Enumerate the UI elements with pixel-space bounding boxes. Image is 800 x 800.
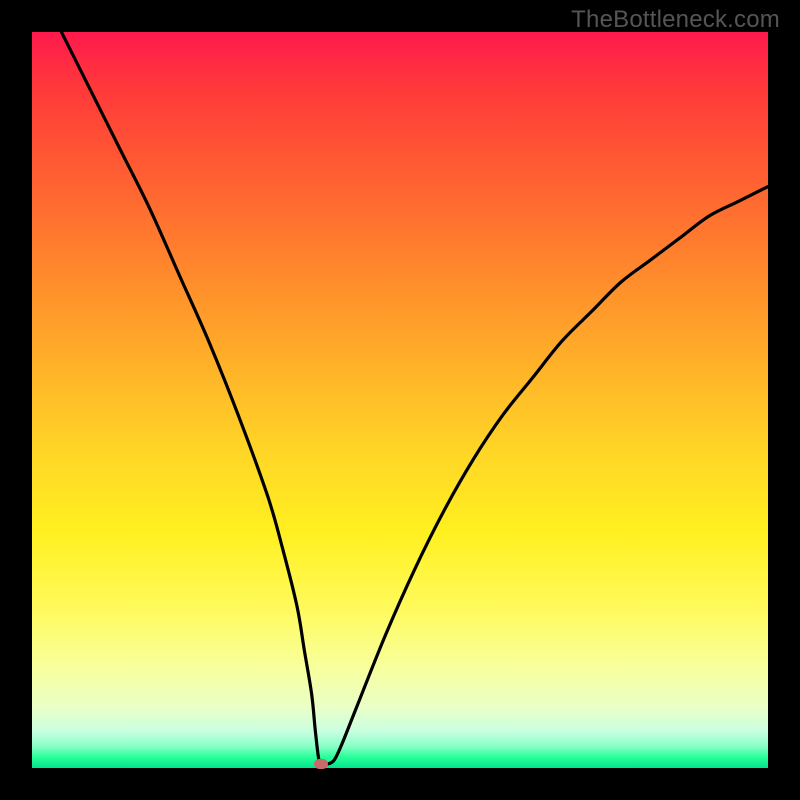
watermark-text: TheBottleneck.com [571,6,780,34]
min-marker [314,759,328,769]
bottleneck-curve-path [61,32,768,765]
chart-frame: TheBottleneck.com [0,0,800,800]
curve-svg [32,32,768,768]
plot-area [32,32,768,768]
